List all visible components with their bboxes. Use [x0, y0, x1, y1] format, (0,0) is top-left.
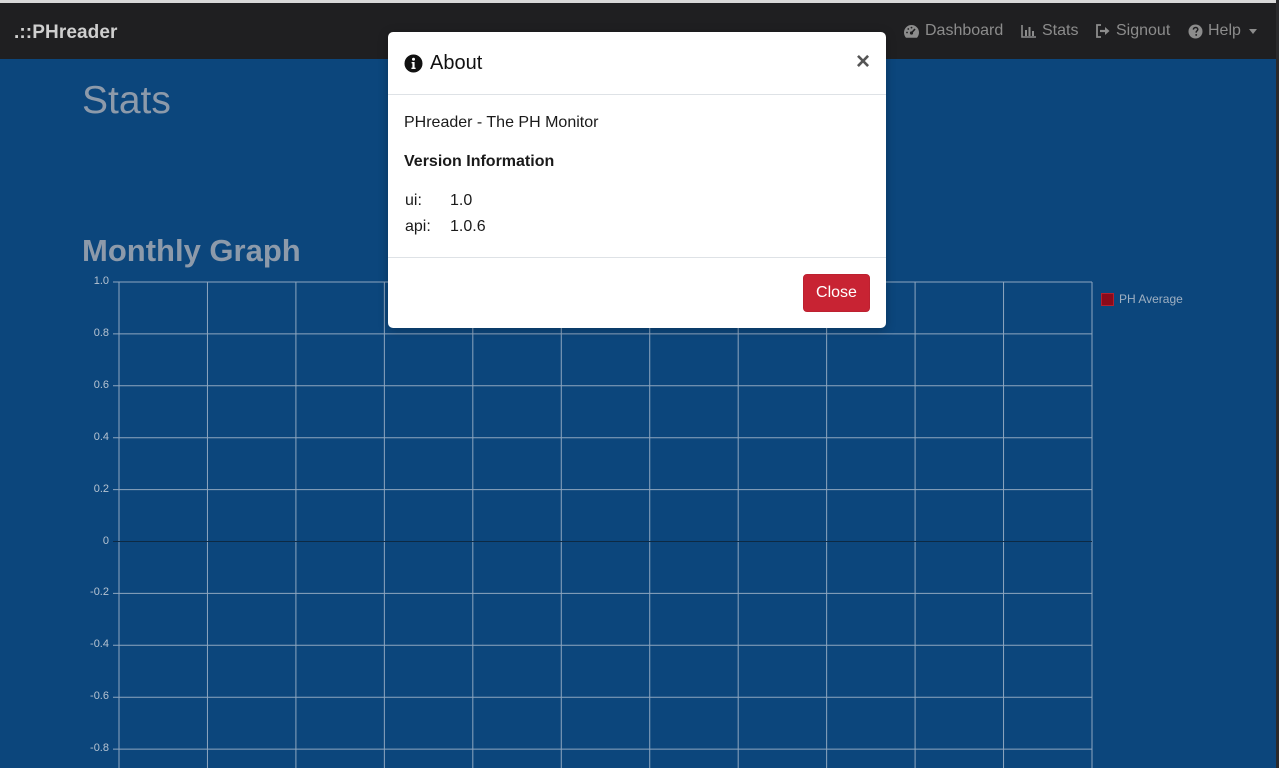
version-key: api:: [405, 218, 431, 235]
modal-title-text: About: [430, 52, 483, 74]
modal-footer: Close: [388, 257, 886, 328]
close-button[interactable]: Close: [803, 274, 870, 312]
app-window: .::PHreader Dashboard Stats Signout Help…: [0, 0, 1279, 768]
modal-header: About ×: [388, 32, 886, 95]
app-description: PHreader - The PH Monitor: [404, 114, 599, 131]
info-circle-icon: [404, 54, 423, 73]
version-row-api: api: 1.0.6: [405, 218, 486, 236]
version-value: 1.0.6: [450, 218, 486, 235]
about-modal: About × PHreader - The PH Monitor Versio…: [388, 32, 886, 328]
version-value: 1.0: [450, 192, 473, 209]
modal-title: About: [404, 52, 482, 75]
close-icon[interactable]: ×: [856, 50, 870, 74]
version-key: ui:: [405, 192, 422, 209]
version-row-ui: ui: 1.0: [405, 192, 472, 210]
version-heading: Version Information: [404, 153, 555, 170]
